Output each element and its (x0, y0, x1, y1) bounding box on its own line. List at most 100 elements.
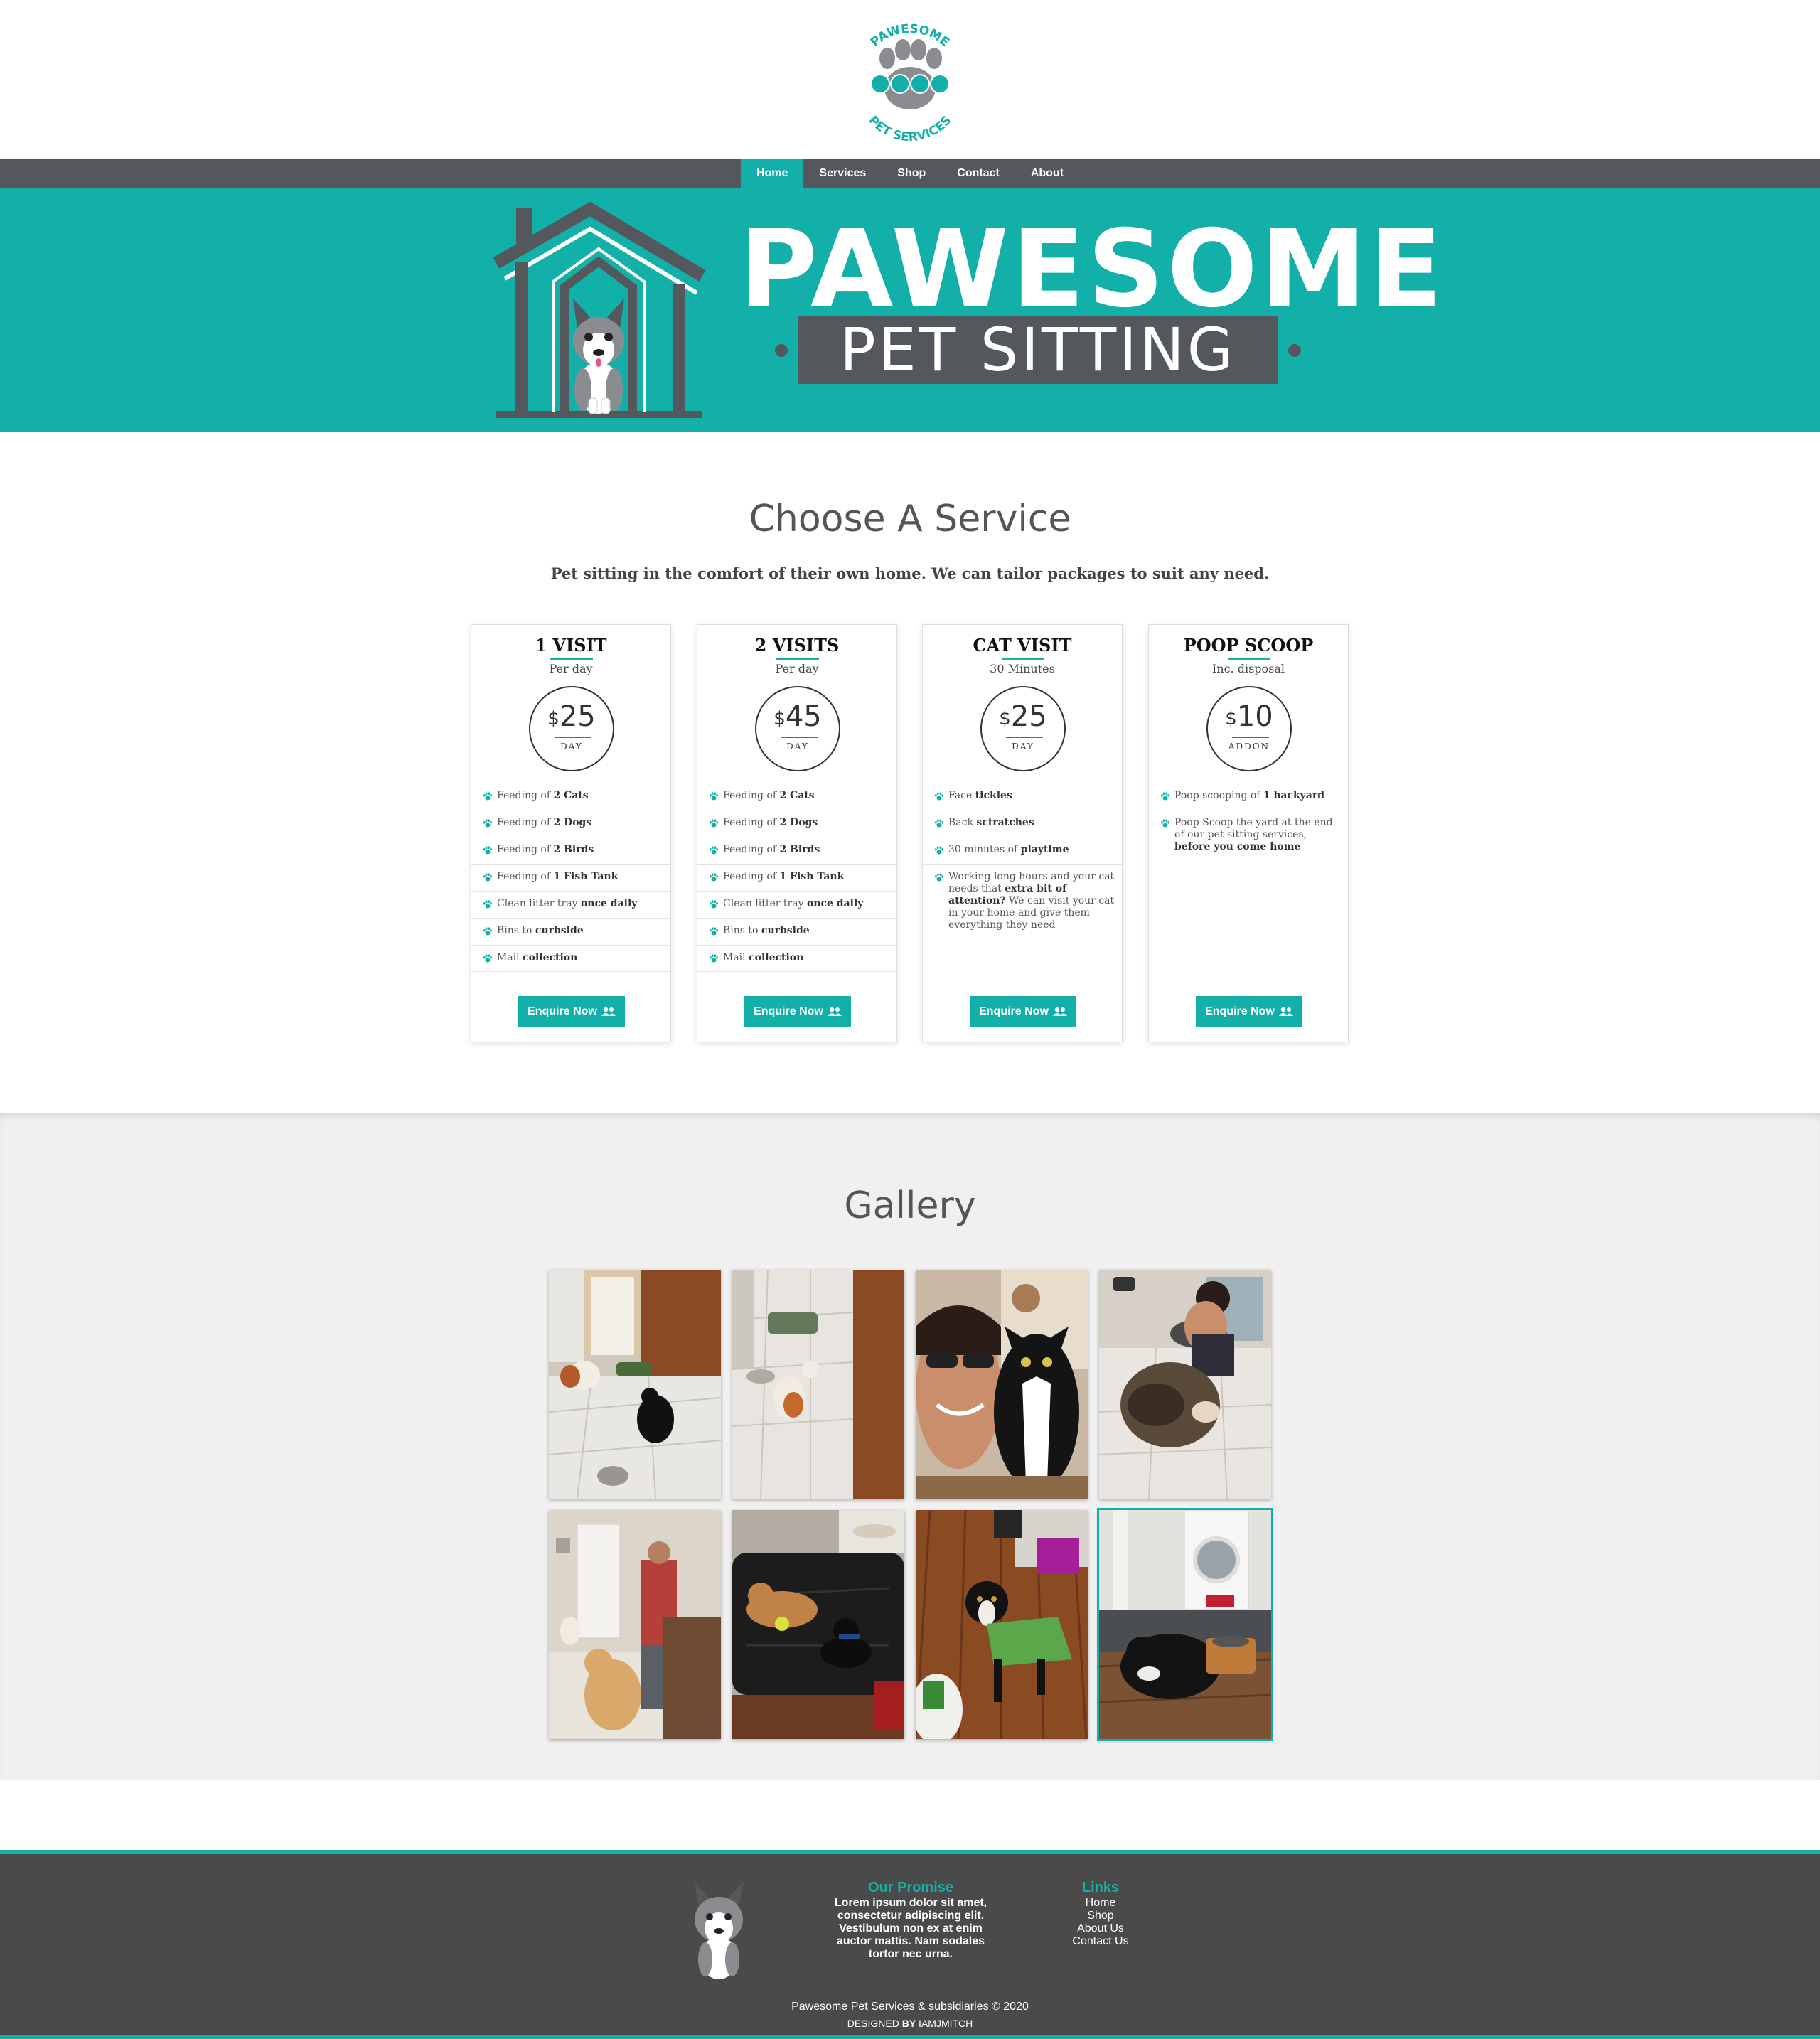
service-card-2-visits: 2 VISITS Per day $45 DAY Feeding of 2 Cats Fe… (697, 624, 897, 1042)
services-title: Choose A Service (749, 498, 1071, 540)
brand-logo[interactable]: PAWESOME PET SERVICES (845, 17, 975, 148)
users-icon (1278, 1007, 1293, 1016)
feature-text: Clean litter tray (497, 898, 581, 909)
nav-shop[interactable]: Shop (882, 159, 941, 188)
gallery-section: Gallery (0, 1113, 1820, 1780)
gallery-photo-5[interactable] (549, 1510, 721, 1739)
gallery-photo-3[interactable] (916, 1270, 1088, 1499)
feature-list: Feeding of 2 Cats Feeding of 2 Dogs Feedin… (471, 783, 670, 972)
feature-highlight: once daily (580, 898, 638, 909)
footer-link-home[interactable]: Home (1031, 1897, 1170, 1910)
feature-highlight: 2 Cats (779, 790, 815, 801)
gallery-photo-4[interactable] (1099, 1270, 1271, 1499)
enquire-label: Enquire Now (754, 1005, 823, 1017)
nav-contact[interactable]: Contact (941, 159, 1015, 188)
price-unit: DAY (786, 742, 809, 751)
designer-credit-by: BY (901, 2018, 916, 2029)
service-period: Per day (549, 662, 593, 675)
paw-icon (710, 954, 718, 963)
paw-icon (935, 846, 943, 855)
feature-text: Face (948, 790, 975, 801)
feature-highlight: 2 Birds (779, 844, 820, 855)
gallery-title: Gallery (844, 1184, 976, 1227)
service-name: CAT VISIT (973, 635, 1072, 655)
paw-icon (935, 873, 943, 882)
price-amount: 25 (559, 700, 596, 733)
dog-mascot-icon (694, 1881, 744, 1979)
price-value: $10 (1208, 700, 1290, 735)
price-divider (555, 737, 592, 738)
promise-text: Lorem ipsum dolor sit amet, consectetur … (834, 1897, 987, 1960)
price-value: $25 (530, 700, 613, 735)
gallery-photo-2[interactable] (732, 1270, 904, 1499)
gallery-photo-7[interactable] (916, 1510, 1088, 1739)
enquire-button[interactable]: Enquire Now (1196, 996, 1302, 1027)
promise-title: Our Promise (867, 1880, 954, 1895)
paw-icon (710, 900, 718, 909)
service-name: 1 VISIT (535, 635, 607, 655)
feature-item: Feeding of 1 Fish Tank (697, 864, 896, 891)
dog-house-illustration (493, 202, 706, 418)
feature-highlight: playtime (1020, 844, 1069, 855)
footer-link-contact[interactable]: Contact Us (1031, 1935, 1170, 1948)
enquire-button[interactable]: Enquire Now (518, 996, 625, 1027)
paw-icon (483, 873, 492, 882)
price-currency: $ (774, 708, 786, 729)
feature-item: Working long hours and your cat needs th… (923, 864, 1122, 938)
feature-text: Feeding of (723, 790, 780, 801)
feature-text: Feeding of (497, 871, 554, 882)
feature-item: Clean litter tray once daily (471, 891, 670, 918)
feature-highlight: 1 Fish Tank (779, 871, 845, 882)
paw-icon (710, 846, 718, 855)
footer-link-shop[interactable]: Shop (1031, 1910, 1170, 1922)
feature-highlight: 2 Cats (553, 790, 589, 801)
service-card-cat-visit: CAT VISIT 30 Minutes $25 DAY Face tickles Bac… (922, 624, 1123, 1042)
feature-item: Feeding of 2 Cats (697, 783, 896, 810)
service-name: 2 VISITS (754, 635, 840, 655)
paw-icon (935, 792, 943, 801)
feature-text: Feeding of (497, 817, 554, 828)
price-unit: ADDON (1228, 742, 1270, 751)
gallery-photo-1[interactable] (549, 1270, 721, 1499)
enquire-button[interactable]: Enquire Now (744, 996, 851, 1027)
feature-item: Poop Scoop the yard at the end of our pe… (1149, 810, 1348, 860)
feature-highlight: 2 Birds (553, 844, 594, 855)
feature-highlight: once daily (806, 898, 864, 909)
nav-about[interactable]: About (1015, 159, 1079, 188)
feature-highlight: collection (523, 952, 578, 963)
hero-dot-left (775, 344, 788, 357)
paw-icon (1161, 819, 1169, 828)
gallery-photo-8[interactable] (1097, 1508, 1273, 1741)
feature-item: Bins to curbside (471, 918, 670, 945)
nav-home[interactable]: Home (740, 159, 804, 188)
paw-icon (483, 819, 492, 828)
price-amount: 45 (785, 700, 822, 733)
title-underline (1002, 658, 1044, 660)
enquire-label: Enquire Now (979, 1005, 1049, 1017)
designer-credit[interactable]: DESIGNED BY IAMJMITCH (0, 2018, 1820, 2029)
feature-item: Feeding of 2 Dogs (697, 810, 896, 837)
footer-link-about[interactable]: About Us (1031, 1922, 1170, 1935)
feature-highlight: sctratches (976, 817, 1034, 828)
feature-text: Bins to (723, 925, 761, 936)
feature-highlight: before you come home (1174, 841, 1301, 852)
copyright: Pawesome Pet Services & subsidiaries © 2… (791, 2001, 1029, 2013)
feature-highlight: tickles (975, 790, 1012, 801)
paw-icon (710, 792, 718, 801)
footer: Our Promise Lorem ipsum dolor sit amet, … (0, 1850, 1820, 2039)
paw-icon (1161, 792, 1169, 801)
nav-services[interactable]: Services (803, 159, 882, 188)
feature-highlight: 1 Fish Tank (553, 871, 619, 882)
paw-icon (935, 819, 943, 828)
feature-text: Mail (723, 952, 749, 963)
feature-item: Mail collection (697, 945, 896, 972)
service-period: Per day (775, 662, 819, 675)
hero-title: PAWESOME (739, 208, 1445, 331)
feature-item: Clean litter tray once daily (697, 891, 896, 918)
title-underline (776, 658, 819, 660)
feature-text: Clean litter tray (723, 898, 807, 909)
enquire-button[interactable]: Enquire Now (970, 996, 1076, 1027)
gallery-photo-6[interactable] (732, 1510, 904, 1739)
service-period: Inc. disposal (1211, 662, 1285, 675)
price-currency: $ (547, 708, 560, 729)
